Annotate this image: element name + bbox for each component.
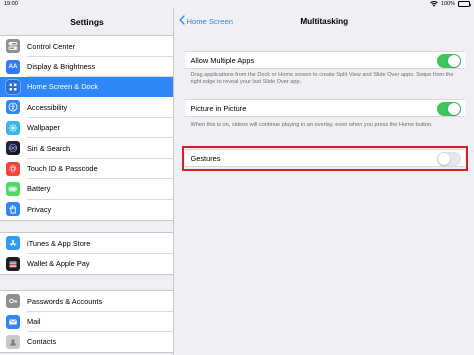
sidebar-item-label: Privacy <box>27 204 52 214</box>
status-right: 100% <box>430 0 471 8</box>
setting-footer: When this is on, videos will continue pl… <box>190 122 433 128</box>
wifi-icon <box>430 1 438 7</box>
sidebar-item-mail[interactable]: Mail <box>0 311 173 332</box>
sidebar-item-passwords-accounts[interactable]: Passwords & Accounts <box>0 291 173 312</box>
setting-footer: Drag applications from the Dock or Home … <box>190 72 454 86</box>
sidebar-group-general: Control Center AA Display & Brightness H… <box>0 35 173 221</box>
siri-icon <box>6 141 20 156</box>
status-bar: 19:00 100% <box>0 0 474 8</box>
sidebar-item-label: Contacts <box>27 337 57 347</box>
sidebar-item-touch-id-passcode[interactable]: Touch ID & Passcode <box>0 158 173 179</box>
sidebar-item-label: Wallpaper <box>27 123 60 133</box>
picture-in-picture-toggle[interactable] <box>436 102 461 116</box>
setting-gestures: Gestures <box>184 149 465 167</box>
sidebar-item-label: iTunes & App Store <box>27 238 91 248</box>
sidebar-group-stores: iTunes & App Store Wallet & Apple Pay <box>0 232 173 275</box>
sidebar-item-privacy[interactable]: Privacy <box>0 199 173 219</box>
control-center-icon <box>6 39 20 54</box>
sidebar-item-label: Wallet & Apple Pay <box>27 259 90 269</box>
gestures-toggle[interactable] <box>436 152 461 166</box>
sidebar-title: Settings <box>70 17 104 27</box>
sidebar-item-itunes-app-store[interactable]: iTunes & App Store <box>0 233 173 254</box>
battery-percent: 100% <box>440 1 455 7</box>
sidebar-item-label: Display & Brightness <box>27 62 96 72</box>
setting-label: Gestures <box>190 153 221 163</box>
app-store-icon <box>6 236 20 251</box>
privacy-hand-icon <box>6 202 20 217</box>
setting-label: Allow Multiple Apps <box>190 55 255 65</box>
home-screen-icon <box>6 79 20 94</box>
display-brightness-icon: AA <box>6 59 20 74</box>
sidebar-item-label: Passwords & Accounts <box>27 296 103 306</box>
contacts-icon <box>6 334 20 349</box>
setting-picture-in-picture: Picture in Picture <box>184 99 465 117</box>
sidebar-item-control-center[interactable]: Control Center <box>0 36 173 57</box>
wallet-icon <box>6 256 20 271</box>
sidebar-item-label: Home Screen & Dock <box>27 82 99 92</box>
sidebar-item-label: Siri & Search <box>27 143 71 153</box>
page-title: Multitasking <box>300 17 349 26</box>
sidebar-item-wallpaper[interactable]: Wallpaper <box>0 118 173 138</box>
sidebar-group-accounts: Passwords & Accounts Mail Contacts <box>0 290 173 354</box>
battery-icon <box>6 181 20 196</box>
sidebar-item-home-screen-dock[interactable]: Home Screen & Dock <box>0 76 173 98</box>
battery-status-icon <box>458 1 471 7</box>
wallpaper-icon <box>6 120 20 135</box>
sidebar-item-wallet-apple-pay[interactable]: Wallet & Apple Pay <box>0 253 173 273</box>
mail-icon <box>6 314 20 329</box>
accessibility-icon <box>6 100 20 115</box>
sidebar-item-contacts[interactable]: Contacts <box>0 332 173 352</box>
status-time: 19:00 <box>4 1 18 7</box>
allow-multiple-apps-toggle[interactable] <box>436 54 461 68</box>
sidebar-item-label: Battery <box>27 184 51 194</box>
fingerprint-icon <box>6 161 20 176</box>
sidebar-item-display-brightness[interactable]: AA Display & Brightness <box>0 56 173 77</box>
sidebar-item-battery[interactable]: Battery <box>0 179 173 200</box>
detail-pane: Home Screen Multitasking Allow Multiple … <box>174 8 474 355</box>
sidebar-item-label: Mail <box>27 317 41 327</box>
sidebar-item-label: Touch ID & Passcode <box>27 164 98 174</box>
setting-allow-multiple-apps: Allow Multiple Apps <box>184 51 465 69</box>
key-icon <box>6 294 20 309</box>
sidebar-item-label: Accessibility <box>27 102 68 112</box>
sidebar-item-label: Control Center <box>27 41 76 51</box>
sidebar-item-accessibility[interactable]: Accessibility <box>0 97 173 118</box>
sidebar-item-siri-search[interactable]: Siri & Search <box>0 138 173 159</box>
settings-sidebar: Settings Control Center AA Display & Bri… <box>0 8 174 355</box>
setting-label: Picture in Picture <box>190 103 247 113</box>
nav-bar: Home Screen Multitasking <box>175 8 474 36</box>
